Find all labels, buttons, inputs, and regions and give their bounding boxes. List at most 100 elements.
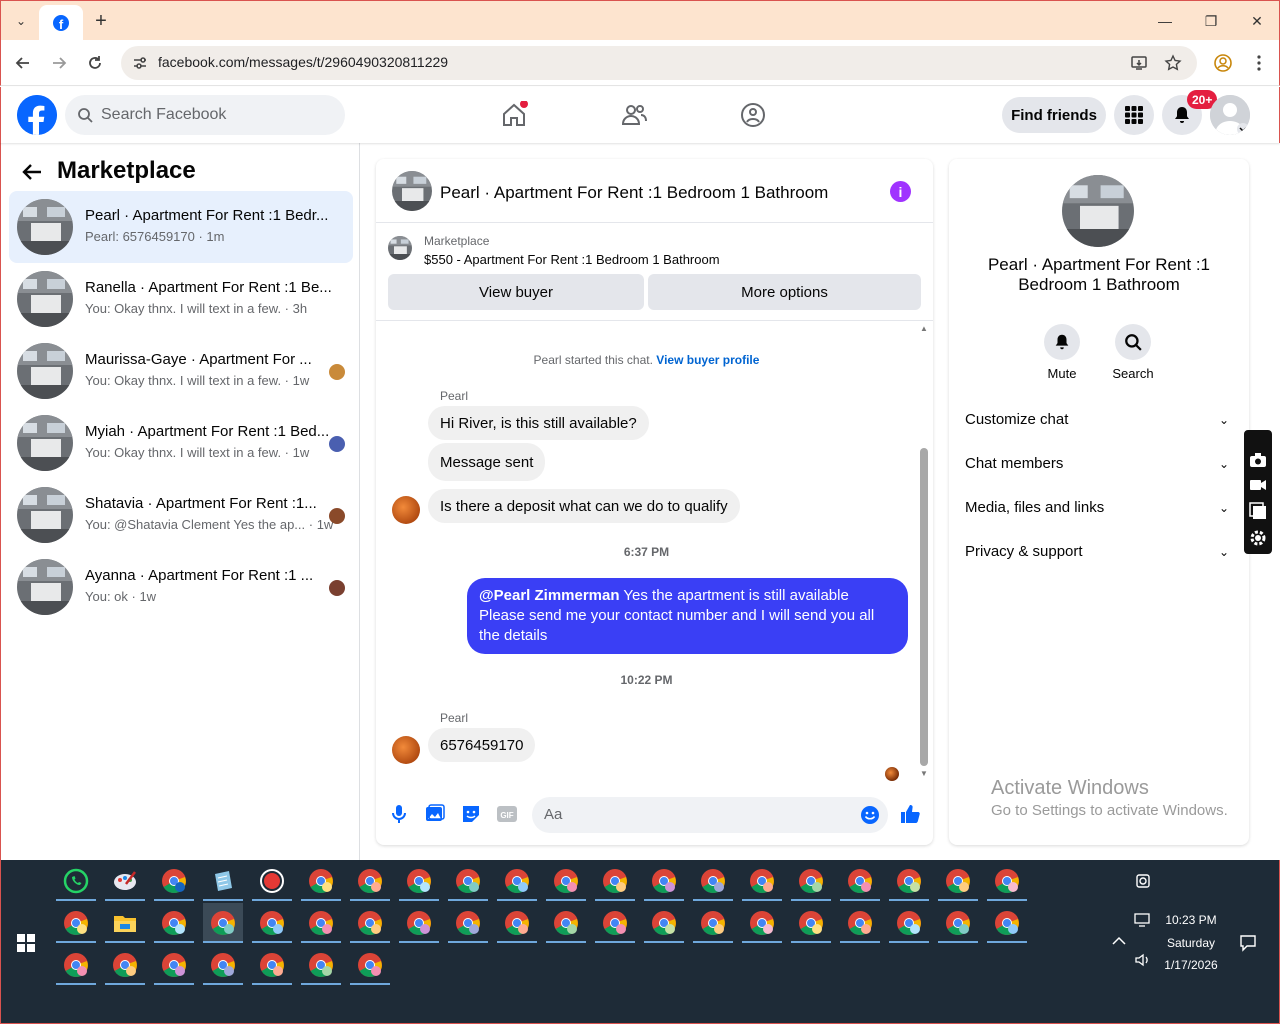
more-options-button[interactable]: More options — [648, 274, 921, 310]
chrome-profile-icon[interactable] — [889, 861, 929, 901]
bookmark-star-icon[interactable] — [1163, 53, 1183, 73]
windows-start-icon[interactable] — [17, 934, 35, 952]
chrome-profile-icon[interactable] — [399, 903, 439, 943]
chrome-profile-icon[interactable] — [693, 903, 733, 943]
chrome-profile-icon[interactable] — [399, 861, 439, 901]
chrome-profile-icon[interactable] — [742, 861, 782, 901]
chrome-profile-icon[interactable] — [154, 903, 194, 943]
conversation-item[interactable]: Shatavia · Apartment For Rent :1... You: … — [9, 479, 353, 551]
sender-avatar[interactable] — [392, 496, 420, 524]
chrome-profile-icon[interactable] — [840, 903, 880, 943]
chrome-profile-icon[interactable] — [252, 945, 292, 985]
chrome-profile-icon[interactable] — [350, 945, 390, 985]
privacy-support-row[interactable]: Privacy & support ⌄ — [965, 543, 1233, 567]
chrome-profile-icon[interactable] — [154, 861, 194, 901]
chrome-profile-icon[interactable] — [203, 903, 243, 943]
reload-button[interactable] — [83, 51, 107, 75]
listing-large-thumbnail[interactable] — [1062, 175, 1134, 247]
tray-app-icon[interactable] — [1134, 872, 1152, 890]
photo-icon[interactable] — [424, 803, 446, 825]
volume-icon[interactable] — [1134, 952, 1152, 968]
chrome-profile-icon[interactable] — [154, 945, 194, 985]
clock-time[interactable]: 10:23 PM — [1161, 913, 1221, 927]
close-window-button[interactable]: ✕ — [1245, 9, 1269, 33]
chrome-profile-icon[interactable] — [203, 945, 243, 985]
chrome-profile-icon[interactable] — [105, 945, 145, 985]
chrome-profile-icon[interactable] — [56, 903, 96, 943]
chrome-profile-icon[interactable] — [497, 903, 537, 943]
site-settings-icon[interactable] — [131, 54, 149, 72]
sticker-icon[interactable] — [460, 803, 482, 825]
groups-icon[interactable] — [739, 101, 767, 129]
whatsapp-icon[interactable] — [56, 861, 96, 901]
chevron-up-icon[interactable] — [1111, 934, 1127, 946]
chrome-profile-icon[interactable] — [301, 861, 341, 901]
friends-icon[interactable] — [620, 101, 648, 129]
menu-button[interactable] — [1114, 95, 1154, 135]
conversation-item[interactable]: Ranella · Apartment For Rent :1 Be... You… — [9, 263, 353, 335]
message-input[interactable]: Aa — [532, 797, 888, 833]
clock-day[interactable]: Saturday — [1161, 936, 1221, 950]
notification-center-icon[interactable] — [1239, 934, 1257, 952]
back-arrow-icon[interactable] — [21, 161, 43, 183]
scroll-up-arrow-icon[interactable]: ▲ — [920, 324, 928, 333]
chrome-profile-icon[interactable] — [644, 861, 684, 901]
clock-date[interactable]: 1/17/2026 — [1157, 958, 1225, 972]
search-conversation-button[interactable]: Search — [1103, 324, 1163, 381]
chrome-profile-icon[interactable] — [301, 945, 341, 985]
find-friends-button[interactable]: Find friends — [1002, 97, 1106, 133]
back-button[interactable] — [11, 51, 35, 75]
conversation-item[interactable]: Maurissa-Gaye · Apartment For ... You: Ok… — [9, 335, 353, 407]
tab-search-button[interactable]: ⌄ — [9, 9, 33, 33]
chrome-profile-icon[interactable] — [546, 903, 586, 943]
chrome-profile-icon[interactable] — [889, 903, 929, 943]
chrome-profile-icon[interactable] — [938, 861, 978, 901]
install-app-icon[interactable] — [1129, 53, 1149, 73]
chrome-profile-icon[interactable] — [497, 861, 537, 901]
camera-icon[interactable] — [1249, 452, 1267, 468]
facebook-logo-icon[interactable] — [17, 95, 57, 135]
media-files-links-row[interactable]: Media, files and links ⌄ — [965, 499, 1233, 523]
url-text[interactable]: facebook.com/messages/t/2960490320811229 — [158, 54, 448, 70]
chat-members-row[interactable]: Chat members ⌄ — [965, 455, 1233, 479]
scrollbar-thumb[interactable] — [920, 448, 928, 766]
new-tab-button[interactable]: + — [89, 9, 113, 33]
chat-title[interactable]: Pearl · Apartment For Rent :1 Bedroom 1 … — [440, 183, 828, 203]
chrome-profile-icon[interactable] — [987, 861, 1027, 901]
network-icon[interactable] — [1134, 912, 1152, 928]
forward-button[interactable] — [47, 51, 71, 75]
chrome-profile-icon[interactable] — [987, 903, 1027, 943]
chrome-profile-icon[interactable] — [301, 903, 341, 943]
profile-button[interactable] — [1211, 51, 1235, 75]
mention-link[interactable]: @Pearl Zimmerman — [479, 587, 620, 604]
chrome-profile-icon[interactable] — [448, 861, 488, 901]
file-explorer-icon[interactable] — [105, 903, 145, 943]
customize-chat-row[interactable]: Customize chat ⌄ — [965, 411, 1233, 435]
incoming-message[interactable]: Message sent — [428, 443, 546, 481]
scroll-down-arrow-icon[interactable]: ▼ — [920, 769, 928, 778]
message-scrollbar[interactable]: ▲ ▼ — [918, 322, 930, 782]
address-bar[interactable]: facebook.com/messages/t/2960490320811229 — [121, 46, 1197, 80]
chrome-profile-icon[interactable] — [693, 861, 733, 901]
chrome-profile-icon[interactable] — [546, 861, 586, 901]
conversation-item[interactable]: Pearl · Apartment For Rent :1 Bedr... Pea… — [9, 191, 353, 263]
chrome-profile-icon[interactable] — [595, 903, 635, 943]
chrome-profile-icon[interactable] — [350, 903, 390, 943]
conversation-item[interactable]: Ayanna · Apartment For Rent :1 ... You: o… — [9, 551, 353, 623]
screen-recorder-icon[interactable] — [252, 861, 292, 901]
chrome-profile-icon[interactable] — [938, 903, 978, 943]
thumbs-up-icon[interactable] — [899, 803, 921, 825]
window-capture-icon[interactable] — [1249, 502, 1267, 520]
chrome-profile-icon[interactable] — [840, 861, 880, 901]
chrome-profile-icon[interactable] — [791, 861, 831, 901]
view-buyer-button[interactable]: View buyer — [388, 274, 644, 310]
chrome-profile-icon[interactable] — [742, 903, 782, 943]
view-buyer-profile-link[interactable]: View buyer profile — [656, 353, 759, 367]
listing-thumbnail[interactable] — [392, 171, 432, 211]
account-avatar[interactable] — [1210, 95, 1250, 135]
facebook-search-input[interactable]: Search Facebook — [65, 95, 345, 135]
paint-icon[interactable] — [105, 861, 145, 901]
incoming-message[interactable]: 6576459170 — [428, 728, 536, 762]
mute-button[interactable]: Mute — [1032, 324, 1092, 381]
chrome-profile-icon[interactable] — [595, 861, 635, 901]
